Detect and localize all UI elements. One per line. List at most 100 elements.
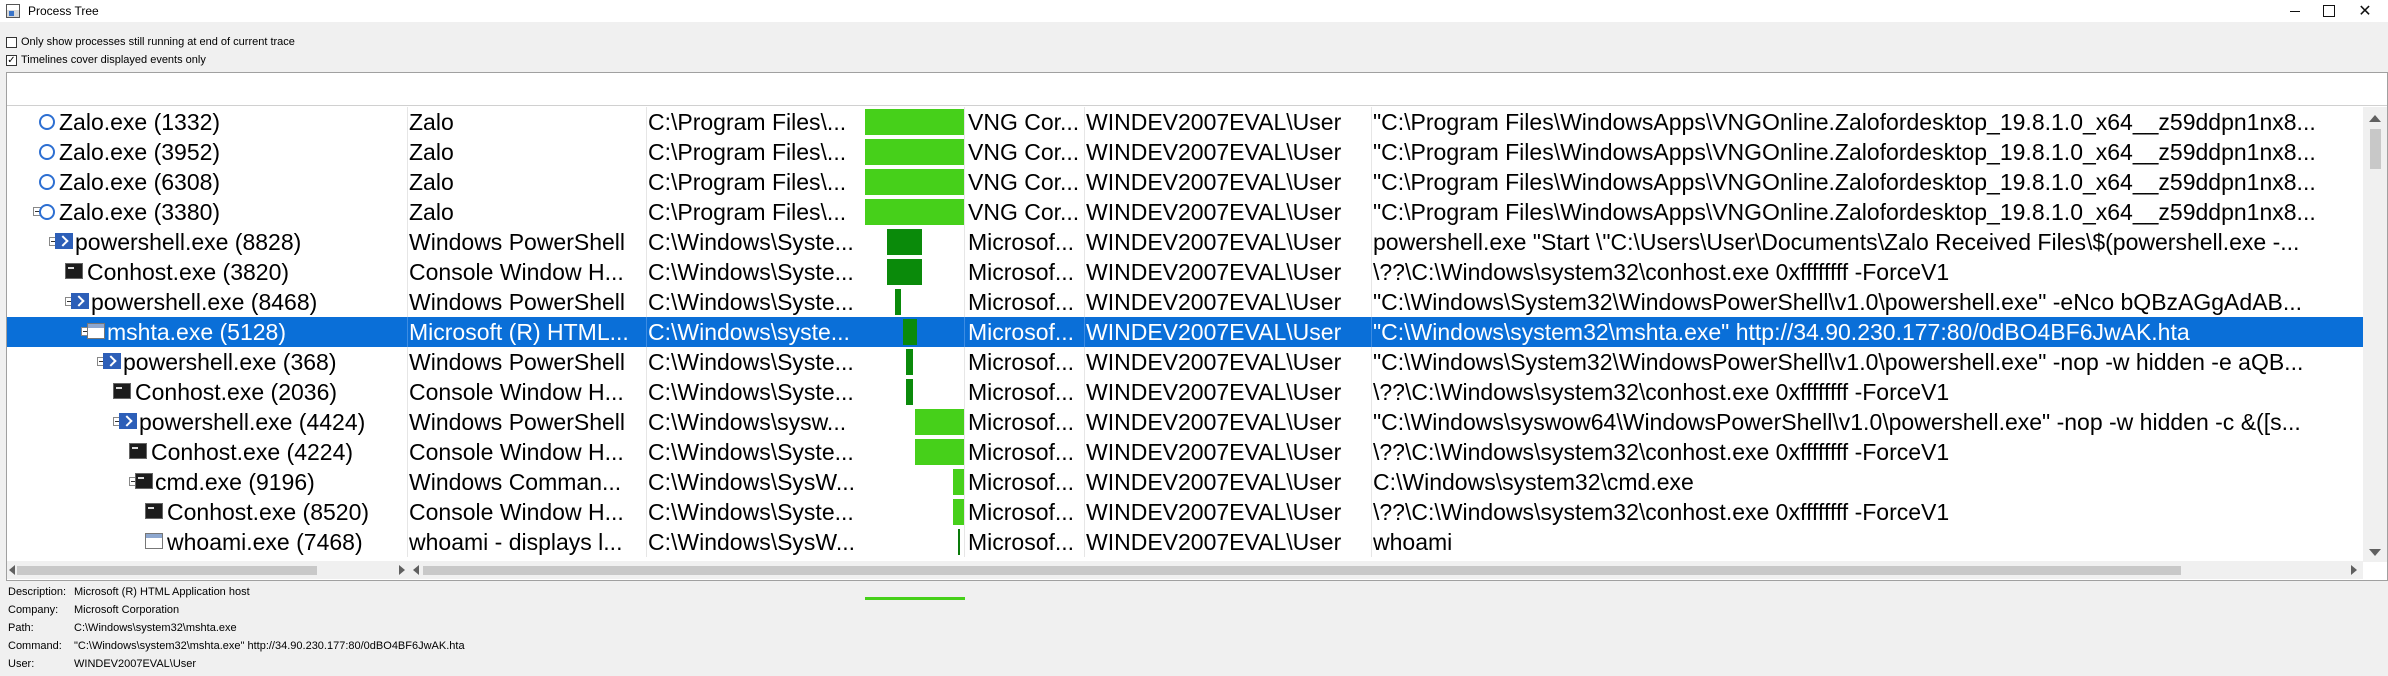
column-separator: [407, 197, 408, 227]
process-name-cell[interactable]: Zalo.exe (3380): [7, 197, 407, 227]
timelines-cover-option[interactable]: ✓ Timelines cover displayed events only: [6, 52, 206, 68]
process-name: mshta.exe (5128): [107, 319, 286, 345]
columns-horizontal-scrollbar[interactable]: [411, 561, 2363, 579]
process-row[interactable]: powershell.exe (4424) Windows PowerShell C…: [7, 407, 2363, 437]
process-row[interactable]: Zalo.exe (1332) Zalo C:\Program Files\... V…: [7, 107, 2363, 137]
process-row[interactable]: mshta.exe (5128) Microsoft (R) HTML... C:\…: [7, 317, 2363, 347]
column-separator: [964, 407, 965, 437]
timelines-cover-checkbox[interactable]: ✓: [6, 54, 17, 66]
description-cell: Console Window H...: [409, 499, 624, 525]
column-separator: [1084, 407, 1085, 437]
column-separator: [1371, 197, 1372, 227]
column-separator: [964, 497, 965, 527]
only-running-checkbox[interactable]: [6, 36, 17, 48]
process-name-cell[interactable]: Zalo.exe (6308): [7, 167, 407, 197]
column-separator: [964, 107, 965, 137]
process-name: powershell.exe (8468): [91, 289, 318, 315]
company-cell: Microsof...: [968, 379, 1075, 405]
detail-value: C:\Windows\system32\mshta.exe: [74, 622, 237, 634]
process-row[interactable]: powershell.exe (8468) Windows PowerShell C…: [7, 287, 2363, 317]
timeline-bar: [906, 349, 913, 375]
timeline-bar: [906, 379, 913, 405]
console-icon: [145, 503, 163, 519]
column-separator: [1371, 527, 1372, 557]
scroll-right-icon[interactable]: [2351, 565, 2357, 575]
detail-value: WINDEV2007EVAL\User: [74, 658, 197, 670]
scroll-right-icon[interactable]: [399, 565, 405, 575]
process-row[interactable]: powershell.exe (8828) Windows PowerShell C…: [7, 227, 2363, 257]
process-name-cell[interactable]: powershell.exe (8828): [7, 227, 407, 257]
process-name-cell[interactable]: Zalo.exe (3952): [7, 137, 407, 167]
command-line-cell: "C:\Program Files\WindowsApps\VNGOnline.…: [1373, 139, 2316, 165]
description-cell: Windows PowerShell: [409, 229, 626, 255]
columns-horizontal-scroll-thumb[interactable]: [423, 566, 2181, 575]
powershell-icon: [103, 353, 121, 369]
process-row[interactable]: Conhost.exe (4224) Console Window H... C:\…: [7, 437, 2363, 467]
column-separator: [964, 377, 965, 407]
scroll-left-icon[interactable]: [413, 565, 419, 575]
column-separator: [1371, 377, 1372, 407]
powershell-icon: [55, 233, 73, 249]
timeline-bar: [865, 199, 965, 225]
detail-label: Description:: [8, 586, 67, 598]
vertical-scroll-thumb[interactable]: [2370, 129, 2381, 169]
process-name: Conhost.exe (2036): [135, 379, 338, 405]
column-separator: [1371, 257, 1372, 287]
column-separator: [646, 137, 647, 167]
timeline-bar: [915, 439, 965, 465]
company-cell: VNG Cor...: [968, 109, 1080, 135]
timeline-bar: [887, 229, 922, 255]
column-separator: [646, 527, 647, 557]
process-row[interactable]: Zalo.exe (3380) Zalo C:\Program Files\... V…: [7, 197, 2363, 227]
column-separator: [964, 287, 965, 317]
process-name-cell[interactable]: Conhost.exe (8520): [7, 497, 407, 527]
path-cell: C:\Windows\Syste...: [648, 259, 854, 285]
command-line-cell: \??\C:\Windows\system32\conhost.exe 0xff…: [1373, 499, 1950, 525]
description-cell: Windows PowerShell: [409, 289, 626, 315]
path-cell: C:\Windows\sysw...: [648, 409, 847, 435]
process-name-cell[interactable]: mshta.exe (5128): [7, 317, 407, 347]
vertical-scrollbar[interactable]: [2363, 107, 2387, 562]
process-name-cell[interactable]: powershell.exe (368): [7, 347, 407, 377]
tree-horizontal-scroll-thumb[interactable]: [17, 566, 317, 575]
process-name: Zalo.exe (6308): [59, 169, 221, 195]
process-row[interactable]: Zalo.exe (6308) Zalo C:\Program Files\... V…: [7, 167, 2363, 197]
process-name-cell[interactable]: Zalo.exe (1332): [7, 107, 407, 137]
column-separator: [964, 197, 965, 227]
process-name-cell[interactable]: powershell.exe (8468): [7, 287, 407, 317]
column-separator: [1084, 497, 1085, 527]
description-cell: Console Window H...: [409, 379, 624, 405]
process-row[interactable]: Zalo.exe (3952) Zalo C:\Program Files\... V…: [7, 137, 2363, 167]
process-row[interactable]: whoami.exe (7468) whoami - displays l... C…: [7, 527, 2363, 557]
user-cell: WINDEV2007EVAL\User: [1086, 199, 1342, 225]
only-running-option[interactable]: Only show processes still running at end…: [6, 34, 295, 50]
process-row[interactable]: powershell.exe (368) Windows PowerShell C:…: [7, 347, 2363, 377]
process-name: cmd.exe (9196): [155, 469, 315, 495]
scroll-down-icon[interactable]: [2369, 549, 2381, 556]
process-name-cell[interactable]: Conhost.exe (4224): [7, 437, 407, 467]
company-cell: Microsof...: [968, 229, 1075, 255]
process-row[interactable]: Conhost.exe (8520) Console Window H... C:\…: [7, 497, 2363, 527]
window-title: Process Tree: [28, 4, 99, 18]
process-row[interactable]: Conhost.exe (3820) Console Window H... C:\…: [7, 257, 2363, 287]
command-line-cell: "C:\Windows\System32\WindowsPowerShell\v…: [1373, 349, 2304, 375]
scroll-left-icon[interactable]: [9, 565, 15, 575]
path-cell: C:\Windows\SysW...: [648, 469, 856, 495]
path-cell: C:\Program Files\...: [648, 199, 847, 225]
process-name-cell[interactable]: powershell.exe (4424): [7, 407, 407, 437]
scroll-up-icon[interactable]: [2369, 115, 2381, 122]
column-separator: [1371, 497, 1372, 527]
tree-horizontal-scrollbar[interactable]: [7, 561, 411, 579]
process-name-cell[interactable]: Conhost.exe (3820): [7, 257, 407, 287]
process-name-cell[interactable]: whoami.exe (7468): [7, 527, 407, 557]
timelines-cover-label: Timelines cover displayed events only: [21, 54, 206, 66]
column-separator: [1084, 437, 1085, 467]
process-row[interactable]: cmd.exe (9196) Windows Comman... C:\Window…: [7, 467, 2363, 497]
process-name-cell[interactable]: cmd.exe (9196): [7, 467, 407, 497]
path-cell: C:\Program Files\...: [648, 109, 847, 135]
process-name-cell[interactable]: Conhost.exe (2036): [7, 377, 407, 407]
company-cell: VNG Cor...: [968, 199, 1080, 225]
process-row[interactable]: Conhost.exe (2036) Console Window H... C:\…: [7, 377, 2363, 407]
close-button[interactable]: ✕: [2342, 0, 2388, 22]
command-line-cell: \??\C:\Windows\system32\conhost.exe 0xff…: [1373, 379, 1950, 405]
